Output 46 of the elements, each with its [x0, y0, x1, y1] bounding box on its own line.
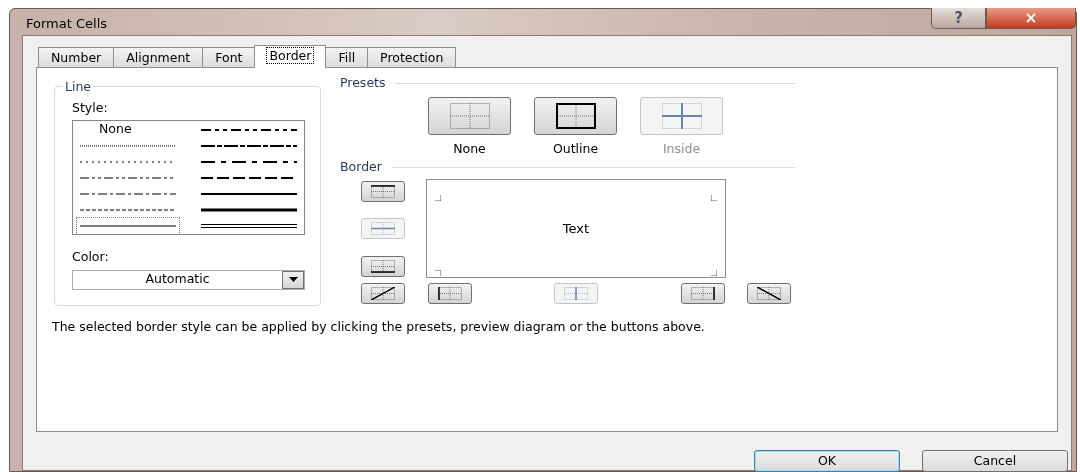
help-button[interactable]: ? [931, 8, 986, 29]
border-preview[interactable]: Text [426, 179, 726, 278]
border-button[interactable] [428, 283, 472, 304]
border-icon [661, 103, 702, 129]
border-button[interactable] [681, 283, 725, 304]
preset-button[interactable] [534, 97, 617, 135]
border-button[interactable] [361, 283, 405, 304]
tab[interactable]: Fill [325, 47, 369, 67]
border-icon [449, 103, 490, 129]
preset-label: Inside [662, 140, 701, 158]
tab[interactable]: Border [254, 45, 327, 68]
border-icon [371, 260, 395, 273]
tab[interactable]: Alignment [113, 47, 204, 67]
corner-mark-icon [711, 194, 717, 201]
color-dropdown[interactable]: Automatic [72, 269, 305, 290]
border-button[interactable] [361, 256, 405, 277]
corner-mark-icon [435, 194, 441, 201]
preset-label: Outline [552, 140, 599, 158]
field-label: Color: [72, 247, 110, 266]
border-icon [438, 287, 462, 300]
dropdown-arrow-icon [288, 277, 298, 282]
border-icon [564, 287, 588, 300]
border-icon [371, 222, 395, 235]
hint-text: The selected border style can be applied by clicking the presets, preview diagram or the buttons above. [52, 320, 706, 333]
line-style-option[interactable]: None [77, 121, 179, 138]
preview-text: Text [562, 219, 590, 238]
preset-label: None [453, 140, 486, 158]
section-label: Presets [340, 74, 386, 92]
window-title: Format Cells [26, 15, 107, 33]
border-icon [757, 287, 781, 300]
corner-mark-icon [711, 269, 717, 276]
tab[interactable]: Number [38, 47, 115, 67]
section-label: Border [340, 158, 382, 176]
tab[interactable]: Font [202, 47, 256, 67]
border-button[interactable] [747, 283, 791, 304]
border-icon [371, 185, 395, 198]
border-icon [555, 103, 596, 129]
field-label: Style: [72, 99, 109, 117]
border-icon [691, 287, 715, 300]
ok-button[interactable]: OK [754, 450, 900, 472]
border-button[interactable] [361, 181, 405, 202]
line-sample-icon [201, 221, 298, 230]
corner-mark-icon [435, 269, 441, 276]
cancel-button[interactable]: Cancel [922, 450, 1068, 472]
tab[interactable]: Protection [367, 47, 457, 67]
border-icon [371, 287, 395, 300]
